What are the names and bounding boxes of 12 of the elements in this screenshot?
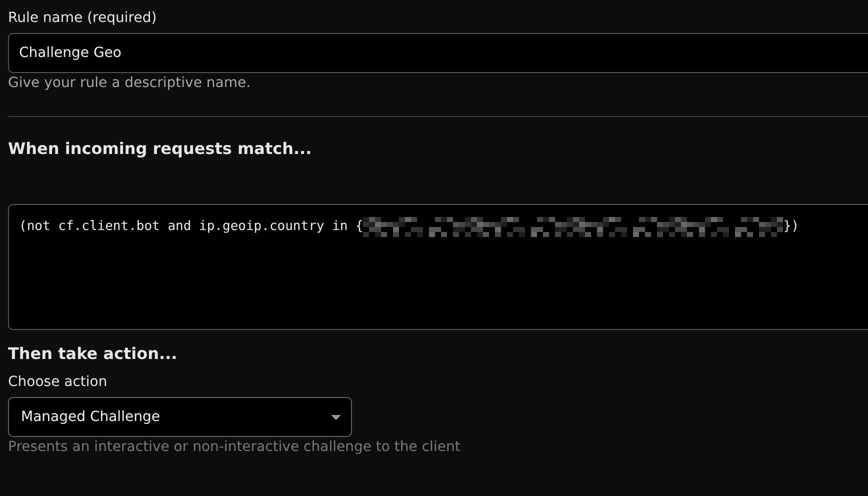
field-label: Choose action [8,374,108,390]
action-dropdown[interactable]: Managed Challenge [8,397,352,437]
expression-text: }) [783,218,800,236]
section-heading: Then take action... [8,344,178,363]
expression-text: (not cf.client.bot and ip.geoip.country in { [19,218,364,236]
caret-icon [331,414,341,420]
expression-editor[interactable]: (not cf.client.bot and ip.geoip.country in { }) [8,204,868,330]
field-label: Rule name (required) [8,10,158,26]
section-heading: When incoming requests match... [8,139,313,158]
rule-name-field[interactable]: Challenge Geo [8,33,868,73]
field-hint: Presents an interactive or non-interactive challenge to the client [8,439,462,455]
field-hint: Give your rule a descriptive name. [8,75,252,91]
